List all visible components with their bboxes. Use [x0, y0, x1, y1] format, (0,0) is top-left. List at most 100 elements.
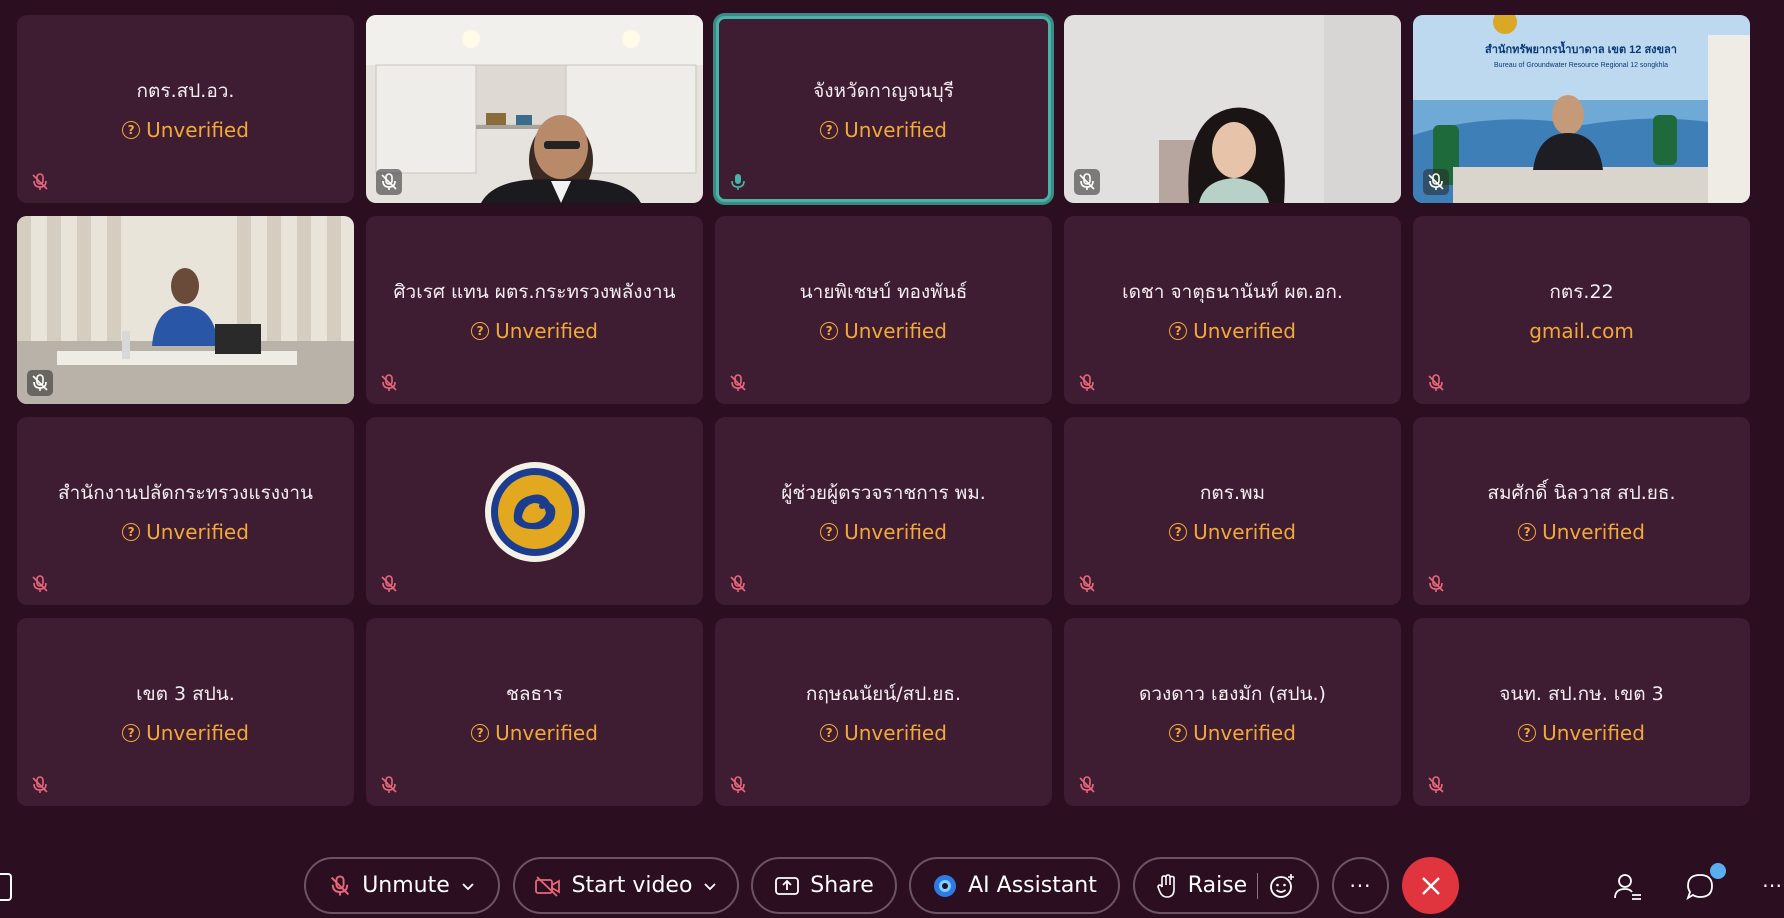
- participant-tile-active-speaker[interactable]: จังหวัดกาญจนบุรี ? Unverified: [713, 13, 1054, 205]
- emoji-reaction-icon[interactable]: [1268, 872, 1296, 900]
- share-label: Share: [810, 873, 874, 898]
- question-icon: ?: [1169, 523, 1188, 541]
- unverified-badge: ? Unverified: [820, 721, 947, 745]
- unverified-badge: ? Unverified: [471, 721, 598, 745]
- ai-assistant-icon: [934, 874, 957, 897]
- participants-panel-button[interactable]: [1612, 871, 1644, 903]
- unmute-button[interactable]: Unmute: [304, 857, 500, 914]
- muted-mic-icon: [1423, 571, 1449, 597]
- chat-panel-button[interactable]: [1684, 863, 1726, 903]
- unmute-label: Unmute: [362, 873, 450, 898]
- unverified-badge: ? Unverified: [471, 319, 598, 343]
- participant-tile[interactable]: ศิวเรศ แทน ผตร.กระทรวงพลังงาน ? Unverifie…: [366, 216, 703, 404]
- organization-emblem-avatar: [485, 462, 585, 562]
- muted-mic-icon: [1423, 772, 1449, 798]
- participant-tile[interactable]: สมศักดิ์ นิลวาส สป.ยธ. ? Unverified: [1413, 417, 1750, 605]
- muted-mic-icon: [27, 370, 53, 396]
- unverified-badge: ? Unverified: [1169, 721, 1296, 745]
- participant-tile[interactable]: กตร.22 gmail.com: [1413, 216, 1750, 404]
- muted-mic-icon: [27, 169, 53, 195]
- muted-mic-icon: [376, 571, 402, 597]
- divider: [1257, 872, 1259, 899]
- unverified-badge: ? Unverified: [1169, 520, 1296, 544]
- participant-name: ศิวเรศ แทน ผตร.กระทรวงพลังงาน: [393, 281, 676, 303]
- muted-mic-icon: [1423, 169, 1449, 195]
- participant-tile[interactable]: ชลธาร ? Unverified: [366, 618, 703, 806]
- muted-mic-icon: [27, 571, 53, 597]
- muted-mic-icon: [725, 370, 751, 396]
- ai-assistant-button[interactable]: AI Assistant: [909, 857, 1120, 914]
- question-icon: ?: [122, 121, 141, 139]
- more-options-icon: ···: [1349, 873, 1372, 898]
- video-banner-title: สำนักทรัพยากรน้ำบาดาล เขต 12 สงขลา: [1485, 41, 1677, 56]
- participant-tile[interactable]: นายพิเชษบ์ ทองพันธ์ ? Unverified: [715, 216, 1052, 404]
- muted-mic-icon: [725, 772, 751, 798]
- participant-name: กฤษณนัยน์/สป.ยธ.: [805, 683, 962, 705]
- participant-video-tile[interactable]: สำนักทรัพยากรน้ำบาดาล เขต 12 สงขลา Burea…: [1413, 15, 1750, 203]
- more-options-button[interactable]: ···: [1332, 857, 1389, 914]
- participant-video-tile[interactable]: [366, 15, 703, 203]
- participant-name: จนท. สป.กษ. เขต 3: [1499, 683, 1664, 705]
- question-icon: ?: [471, 724, 490, 742]
- participant-tile[interactable]: เขต 3 สปน. ? Unverified: [17, 618, 354, 806]
- participant-video-tile[interactable]: [17, 216, 354, 404]
- participant-name: สมศักดิ์ นิลวาส สป.ยธ.: [1487, 482, 1676, 504]
- muted-mic-icon: [725, 571, 751, 597]
- participant-tile[interactable]: ผู้ช่วยผู้ตรวจราชการ พม. ? Unverified: [715, 417, 1052, 605]
- chevron-down-icon[interactable]: [702, 878, 718, 894]
- raise-hand-icon: [1156, 873, 1175, 898]
- raise-hand-button[interactable]: Raise: [1133, 857, 1319, 914]
- start-video-button[interactable]: Start video: [513, 857, 739, 914]
- participant-name: เดชา จาตุธนานันท์ ผต.อก.: [1122, 281, 1343, 303]
- video-feed: [17, 216, 354, 404]
- question-icon: ?: [122, 523, 141, 541]
- participant-name: ผู้ช่วยผู้ตรวจราชการ พม.: [781, 482, 986, 504]
- participant-tile[interactable]: ดวงดาว เฮงมัก (สปน.) ? Unverified: [1064, 618, 1401, 806]
- participant-video-tile[interactable]: [1064, 15, 1401, 203]
- unverified-badge: ? Unverified: [122, 520, 249, 544]
- participant-name: ดวงดาว เฮงมัก (สปน.): [1139, 683, 1326, 705]
- unverified-badge: ? Unverified: [122, 721, 249, 745]
- participant-tile[interactable]: สำนักงานปลัดกระทรวงแรงงาน ? Unverified: [17, 417, 354, 605]
- active-mic-icon: [725, 169, 751, 195]
- question-icon: ?: [122, 724, 141, 742]
- muted-mic-icon: [376, 370, 402, 396]
- participant-tile[interactable]: กฤษณนัยน์/สป.ยธ. ? Unverified: [715, 618, 1052, 806]
- unverified-badge: ? Unverified: [820, 520, 947, 544]
- unverified-badge: ? Unverified: [820, 319, 947, 343]
- participants-icon: [1614, 874, 1641, 900]
- leave-meeting-button[interactable]: [1402, 857, 1459, 914]
- participant-name: กตร.สป.อว.: [136, 80, 235, 102]
- unverified-badge: ? Unverified: [1169, 319, 1296, 343]
- muted-mic-icon: [331, 874, 350, 896]
- question-icon: ?: [1518, 523, 1537, 541]
- participant-name: นายพิเชษบ์ ทองพันธ์: [799, 281, 968, 303]
- muted-mic-icon: [1074, 772, 1100, 798]
- participant-avatar-tile[interactable]: [366, 417, 703, 605]
- muted-mic-icon: [376, 772, 402, 798]
- ai-assistant-label: AI Assistant: [968, 873, 1097, 898]
- question-icon: ?: [1518, 724, 1537, 742]
- participant-name: สำนักงานปลัดกระทรวงแรงงาน: [58, 482, 313, 504]
- question-icon: ?: [820, 121, 839, 139]
- chevron-down-icon[interactable]: [460, 878, 476, 894]
- muted-mic-icon: [1074, 169, 1100, 195]
- video-feed: [366, 15, 703, 203]
- muted-mic-icon: [376, 169, 402, 195]
- video-feed: สำนักทรัพยากรน้ำบาดาล เขต 12 สงขลา Burea…: [1413, 15, 1750, 203]
- unread-indicator: [1710, 863, 1726, 879]
- participant-tile[interactable]: กตร.พม ? Unverified: [1064, 417, 1401, 605]
- question-icon: ?: [1169, 724, 1188, 742]
- overflow-menu-icon[interactable]: ⋯: [1762, 873, 1782, 897]
- participant-tile[interactable]: จนท. สป.กษ. เขต 3 ? Unverified: [1413, 618, 1750, 806]
- video-banner-subtitle: Bureau of Groundwater Resource Regional …: [1494, 62, 1668, 69]
- muted-mic-icon: [27, 772, 53, 798]
- muted-mic-icon: [1423, 370, 1449, 396]
- participant-name: ชลธาร: [505, 683, 563, 705]
- question-icon: ?: [1169, 322, 1188, 340]
- participant-tile[interactable]: กตร.สป.อว. ? Unverified: [17, 15, 354, 203]
- share-button[interactable]: Share: [751, 857, 897, 914]
- unverified-badge: ? Unverified: [122, 118, 249, 142]
- panel-toggle-icon[interactable]: [0, 873, 12, 901]
- participant-tile[interactable]: เดชา จาตุธนานันท์ ผต.อก. ? Unverified: [1064, 216, 1401, 404]
